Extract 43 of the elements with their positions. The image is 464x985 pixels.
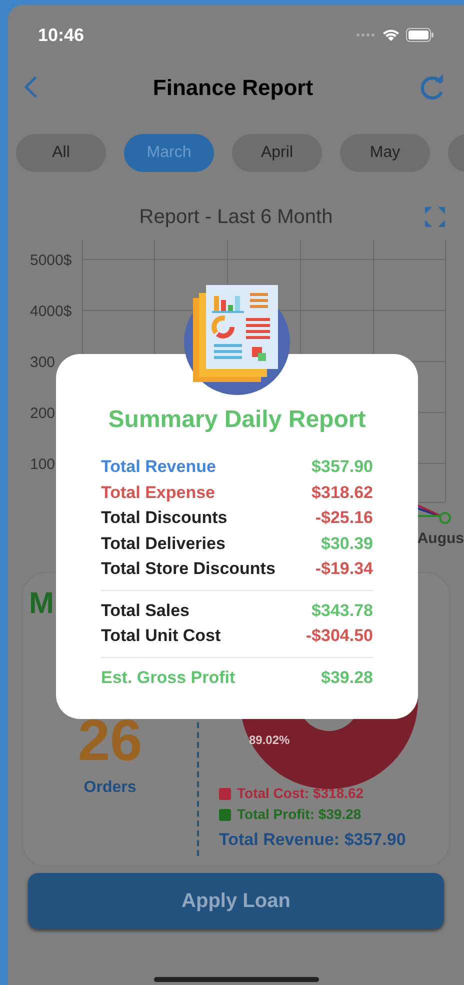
summary-value: $30.39 — [321, 532, 373, 554]
wifi-icon — [382, 28, 400, 42]
dialog-title: Summary Daily Report — [107, 405, 367, 435]
total-revenue-label: Total Revenue: $357.90 — [219, 829, 406, 851]
summary-value: $39.28 — [321, 666, 373, 688]
summary-label: Total Discounts — [101, 507, 228, 529]
battery-icon — [406, 28, 434, 42]
summary-value: $357.90 — [312, 456, 373, 478]
month-tab[interactable]: All — [16, 134, 106, 172]
y-axis-label: 5000$ — [30, 251, 72, 271]
expand-icon[interactable] — [424, 206, 446, 228]
summary-value: -$304.50 — [306, 625, 373, 647]
report-document-icon — [182, 284, 292, 396]
summary-label: Total Store Discounts — [101, 558, 276, 580]
summary-label: Total Unit Cost — [101, 625, 221, 647]
month-tab[interactable]: March — [124, 134, 214, 172]
x-axis-label: Augus — [417, 529, 464, 549]
month-tab[interactable]: May — [340, 134, 430, 172]
y-axis-label: 200 — [30, 404, 56, 424]
orders-count: 26 — [78, 712, 142, 770]
card-title: M — [29, 586, 54, 622]
summary-value: -$25.16 — [315, 507, 373, 529]
y-axis-label: 4000$ — [30, 302, 72, 322]
month-tab[interactable]: April — [232, 134, 322, 172]
y-axis-label: 100 — [30, 455, 56, 475]
y-axis-label: 300 — [30, 353, 56, 373]
summary-value: -$19.34 — [315, 558, 373, 580]
legend-label: Total Cost: $318.62 — [237, 784, 364, 803]
summary-label: Total Deliveries — [101, 532, 226, 554]
donut-percent-label: 89.02% — [249, 732, 290, 749]
summary-label: Est. Gross Profit — [101, 666, 236, 688]
summary-label: Total Sales — [101, 600, 190, 622]
apply-loan-button[interactable]: Apply Loan — [28, 873, 444, 929]
legend-label: Total Profit: $39.28 — [237, 805, 362, 824]
page-title: Finance Report — [152, 74, 314, 102]
summary-label: Total Revenue — [101, 456, 216, 478]
signal-dots-icon — [356, 33, 376, 37]
summary-value: $318.62 — [312, 482, 373, 504]
summary-value: $343.78 — [312, 600, 373, 622]
status-time: 10:46 — [38, 24, 84, 46]
orders-label: Orders — [84, 778, 136, 798]
chart-title: Report - Last 6 Month — [139, 205, 333, 230]
summary-label: Total Expense — [101, 482, 215, 504]
